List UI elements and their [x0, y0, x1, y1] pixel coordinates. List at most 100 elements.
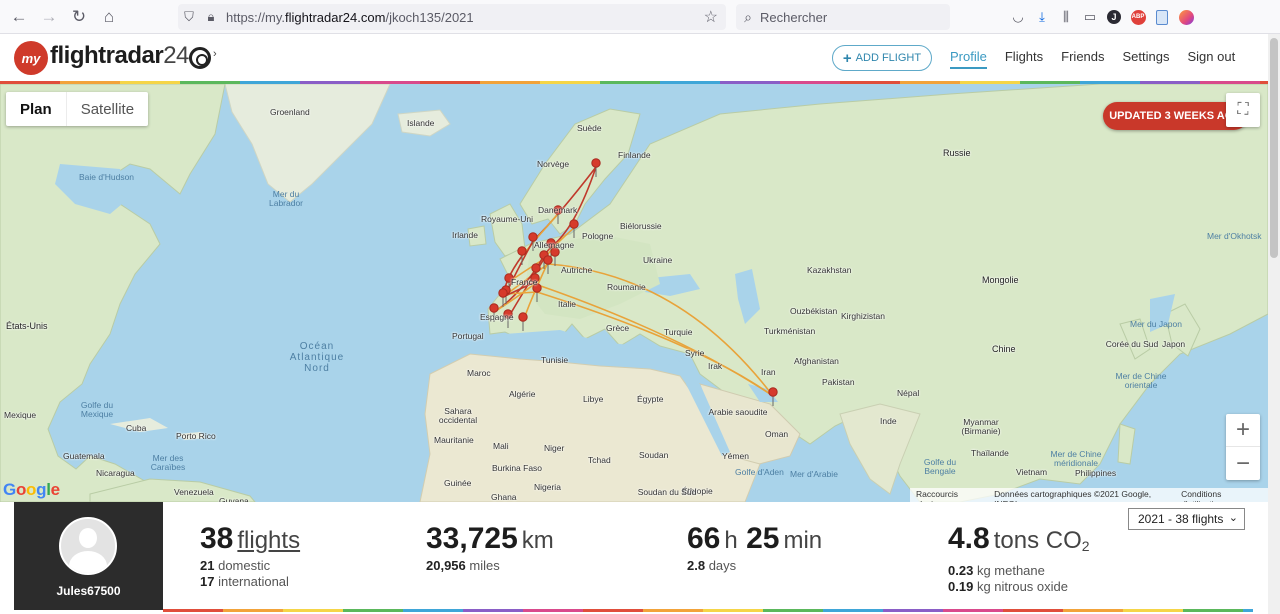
map-label: Cuba — [126, 423, 147, 433]
domestic-count: 21 — [200, 558, 215, 573]
url-text[interactable]: https://my.flightradar24.com/jkoch135/20… — [226, 10, 474, 25]
map-label: Ouzbékistan — [790, 306, 838, 316]
keyboard-shortcuts-link[interactable]: Raccourcis clavier — [916, 489, 982, 502]
methane-label: kg methane — [976, 563, 1045, 578]
chevron-right-icon[interactable]: › — [213, 48, 217, 60]
map-label: Thaïlande — [971, 448, 1009, 458]
google-logo[interactable]: Google — [3, 480, 60, 500]
map-label: Golfe d'Aden — [735, 467, 784, 477]
map-label: Groenland — [270, 107, 310, 117]
map-label: Myanmar (Birmanie) — [961, 417, 1001, 436]
map-label: Égypte — [637, 394, 664, 404]
avatar[interactable] — [59, 517, 117, 575]
international-count: 17 — [200, 574, 215, 589]
distance-miles: 20,956 — [426, 558, 466, 573]
nav-flights[interactable]: Flights — [1005, 49, 1043, 69]
nav-sign-out[interactable]: Sign out — [1188, 49, 1236, 69]
map-label: Mexique — [4, 410, 37, 420]
add-flight-button[interactable]: + ADD FLIGHT — [832, 45, 932, 71]
map-label: Baie d'Hudson — [79, 172, 135, 182]
map-label: Mer de Chine orientale — [1115, 371, 1167, 390]
reload-icon[interactable]: ↻ — [64, 2, 94, 32]
nitrous-label: kg nitrous oxide — [976, 579, 1068, 594]
radar-icon[interactable] — [189, 47, 211, 69]
map-label: Océan Atlantique Nord — [289, 341, 345, 374]
search-input[interactable]: ⌕ Rechercher — [736, 4, 950, 30]
map-label: Nicaragua — [96, 468, 135, 478]
nav-friends[interactable]: Friends — [1061, 49, 1104, 69]
logo-wordmark[interactable]: flightradar24 — [50, 42, 189, 70]
zoom-out-button[interactable]: − — [1226, 447, 1260, 480]
chevron-down-icon: ⌄ — [1228, 512, 1238, 524]
distance-km-unit: km — [521, 527, 554, 554]
adblock-icon[interactable]: ABP — [1130, 6, 1146, 28]
map-label: Irlande — [452, 230, 478, 240]
shield-icon[interactable]: ⛉ — [178, 9, 200, 25]
map-label: Portugal — [452, 331, 484, 341]
map-label: Burkina Faso — [491, 463, 543, 473]
map-type-satellite-button[interactable]: Satellite — [67, 92, 148, 126]
main-nav: Profile Flights Friends Settings Sign ou… — [950, 49, 1235, 69]
map-label: Italie — [558, 299, 576, 309]
flights-link[interactable]: flights — [237, 527, 300, 554]
international-label: international — [218, 574, 289, 589]
map-label: Irak — [708, 361, 723, 371]
sidebar-icon[interactable]: ▭ — [1082, 6, 1098, 28]
map-label: Mer de Chine méridionale — [1050, 449, 1102, 468]
bookmark-star-icon[interactable]: ☆ — [704, 7, 718, 27]
download-icon[interactable]: ⤓ — [1034, 6, 1050, 28]
home-icon[interactable]: ⌂ — [94, 2, 124, 32]
map-label: Porto Rico — [176, 431, 216, 441]
terms-link[interactable]: Conditions d'utilisation — [1181, 489, 1262, 502]
url-bar[interactable]: ⛉ 🔒︎ https://my.flightradar24.com/jkoch1… — [178, 4, 726, 30]
map-label: Grèce — [606, 323, 630, 333]
map-label: Arabie saoudite — [708, 407, 768, 417]
map-type-plan-button[interactable]: Plan — [6, 92, 67, 126]
map-label: Algérie — [509, 389, 536, 399]
map-label: Népal — [897, 388, 920, 398]
account-icon[interactable]: J — [1106, 6, 1122, 28]
document-extension-icon[interactable] — [1154, 6, 1170, 28]
map-label: Sahara occidental — [438, 406, 478, 425]
map-label: États-Unis — [6, 321, 48, 331]
firefox-extension-icon[interactable] — [1178, 6, 1194, 28]
back-icon[interactable]: ← — [4, 2, 34, 32]
distance-stat: 33,725 km 20,956 miles — [426, 522, 554, 574]
minutes: 25 — [746, 522, 780, 555]
map-label: Golfe du Mexique — [80, 400, 114, 419]
nav-profile[interactable]: Profile — [950, 49, 987, 69]
search-placeholder: Rechercher — [760, 9, 828, 25]
map-label: Soudan — [639, 450, 669, 460]
emissions-stat: 4.8 tons CO2 0.23 kg methane 0.19 kg nitr… — [948, 522, 1090, 595]
map-label: Autriche — [561, 265, 593, 275]
user-card: Jules67500 — [14, 502, 163, 610]
logo-badge[interactable]: my — [14, 41, 48, 75]
flight-map[interactable]: Groenland Islande Suède Norvège Finlande Russ… — [0, 84, 1268, 502]
methane-value: 0.23 — [948, 563, 974, 578]
nav-settings[interactable]: Settings — [1123, 49, 1170, 69]
search-icon: ⌕ — [744, 8, 752, 25]
map-label: Turkménistan — [764, 326, 816, 336]
map-label: Libye — [583, 394, 604, 404]
nitrous-value: 0.19 — [948, 579, 974, 594]
lock-icon[interactable]: 🔒︎ — [200, 9, 222, 25]
footer-rainbow-divider — [163, 609, 1253, 612]
map-type-control: Plan Satellite — [6, 92, 149, 126]
pocket-icon[interactable]: ◡ — [1010, 6, 1026, 28]
co2-value: 4.8 — [948, 522, 990, 555]
fullscreen-icon[interactable]: ⛶ — [1226, 93, 1260, 127]
zoom-control: + − — [1226, 414, 1260, 480]
map-label: Turquie — [664, 327, 693, 337]
zoom-in-button[interactable]: + — [1226, 414, 1260, 447]
map-label: Maroc — [467, 368, 491, 378]
map-label: Vietnam — [1016, 467, 1048, 477]
map-label: Nigeria — [534, 482, 561, 492]
map-label: Mongolie — [982, 275, 1019, 285]
map-label: Espagne — [480, 312, 514, 322]
map-label: Suède — [577, 123, 602, 133]
scrollbar-thumb[interactable] — [1270, 38, 1278, 258]
forward-icon[interactable]: → — [34, 2, 64, 32]
map-label: Niger — [544, 443, 565, 453]
year-select[interactable]: 2021 - 38 flights ⌄ — [1128, 508, 1245, 530]
library-icon[interactable]: ⫼ — [1058, 6, 1074, 28]
